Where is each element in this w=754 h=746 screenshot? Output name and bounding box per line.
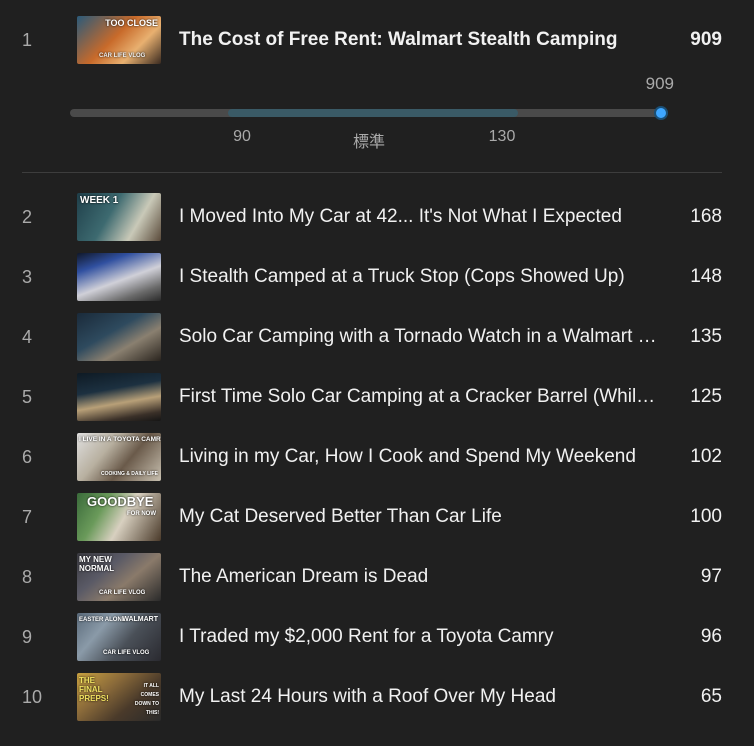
video-thumbnail[interactable] <box>77 313 161 361</box>
range-current-marker <box>654 106 668 120</box>
divider <box>22 172 722 173</box>
thumbnail-caption: CAR LIFE VLOG <box>99 53 146 59</box>
video-title[interactable]: I Moved Into My Car at 42... It's Not Wh… <box>179 193 659 241</box>
view-count: 97 <box>700 566 722 587</box>
rank-number: 9 <box>22 627 33 647</box>
video-title[interactable]: My Last 24 Hours with a Roof Over My Hea… <box>179 673 659 721</box>
range-max-label: 909 <box>645 74 674 93</box>
video-thumbnail[interactable]: TOO CLOSE CAR LIFE VLOG <box>77 16 161 64</box>
rank-number: 6 <box>22 447 33 467</box>
thumbnail-caption: IT ALL COMES DOWN TO THIS! <box>134 683 159 716</box>
thumbnail-caption: WALMART <box>122 616 158 623</box>
rank-number: 5 <box>22 387 33 407</box>
video-title[interactable]: My Cat Deserved Better Than Car Life <box>179 493 659 541</box>
list-item[interactable]: 2 WEEK 1 I Moved Into My Car at 42... It… <box>0 193 754 253</box>
video-thumbnail[interactable]: EASTER ALONE WALMART CAR LIFE VLOG <box>77 613 161 661</box>
thumbnail-caption: CAR LIFE VLOG <box>103 650 150 656</box>
thumbnail-caption: GOODBYE <box>87 494 154 509</box>
list-item[interactable]: 9 EASTER ALONE WALMART CAR LIFE VLOG I T… <box>0 613 754 673</box>
view-count: 96 <box>700 626 722 647</box>
list-item[interactable]: 10 THE FINAL PREPS! IT ALL COMES DOWN TO… <box>0 673 754 733</box>
thumbnail-caption: EASTER ALONE <box>79 617 126 623</box>
video-title[interactable]: Living in my Car, How I Cook and Spend M… <box>179 433 659 481</box>
video-thumbnail[interactable]: GOODBYE FOR NOW <box>77 493 161 541</box>
video-thumbnail[interactable]: MY NEW NORMAL CAR LIFE VLOG <box>77 553 161 601</box>
thumbnail-caption: MY NEW NORMAL <box>79 555 115 573</box>
video-thumbnail[interactable]: I LIVE IN A TOYOTA CAMRY COOKING & DAILY… <box>77 433 161 481</box>
thumbnail-caption: THE FINAL PREPS! <box>79 676 109 703</box>
video-title[interactable]: Solo Car Camping with a Tornado Watch in… <box>179 313 659 361</box>
thumbnail-caption: FOR NOW <box>127 511 156 517</box>
range-normal-band <box>228 109 518 117</box>
list-item[interactable]: 3 I Stealth Camped at a Truck Stop (Cops… <box>0 253 754 313</box>
video-title[interactable]: I Traded my $2,000 Rent for a Toyota Cam… <box>179 613 659 661</box>
view-count: 100 <box>690 506 722 527</box>
rank-number: 10 <box>22 687 43 707</box>
video-thumbnail[interactable]: WEEK 1 <box>77 193 161 241</box>
video-thumbnail[interactable] <box>77 373 161 421</box>
video-thumbnail[interactable]: THE FINAL PREPS! IT ALL COMES DOWN TO TH… <box>77 673 161 721</box>
list-item[interactable]: 5 First Time Solo Car Camping at a Crack… <box>0 373 754 433</box>
rank-number: 2 <box>22 207 33 227</box>
rank-number: 8 <box>22 567 33 587</box>
list-item[interactable]: 7 GOODBYE FOR NOW My Cat Deserved Better… <box>0 493 754 553</box>
view-count: 148 <box>690 266 722 287</box>
thumbnail-caption: WEEK 1 <box>80 195 119 206</box>
thumbnail-caption: CAR LIFE VLOG <box>99 590 146 596</box>
thumbnail-caption: I LIVE IN A TOYOTA CAMRY <box>79 436 161 443</box>
thumbnail-caption: COOKING & DAILY LIFE <box>101 471 158 477</box>
video-title[interactable]: First Time Solo Car Camping at a Cracker… <box>179 373 659 421</box>
list-item[interactable]: 6 I LIVE IN A TOYOTA CAMRY COOKING & DAI… <box>0 433 754 493</box>
view-count: 65 <box>700 686 722 707</box>
view-count: 125 <box>690 386 722 407</box>
rank-number: 3 <box>22 267 33 287</box>
range-mid-label: 標準 <box>352 134 386 151</box>
list-item[interactable]: 4 Solo Car Camping with a Tornado Watch … <box>0 313 754 373</box>
view-count: 168 <box>690 206 722 227</box>
range-low-label: 90 <box>233 128 251 145</box>
video-title[interactable]: The Cost of Free Rent: Walmart Stealth C… <box>179 16 659 64</box>
video-thumbnail[interactable] <box>77 253 161 301</box>
thumbnail-caption: TOO CLOSE <box>105 18 158 28</box>
view-count: 909 <box>690 29 722 50</box>
rank-number: 7 <box>22 507 33 527</box>
range-high-label: 130 <box>488 128 516 145</box>
rank-number: 4 <box>22 327 33 347</box>
list-item[interactable]: 1 TOO CLOSE CAR LIFE VLOG The Cost of Fr… <box>0 16 754 76</box>
range-indicator: 909 90 標準 130 <box>70 74 674 154</box>
list-item[interactable]: 8 MY NEW NORMAL CAR LIFE VLOG The Americ… <box>0 553 754 613</box>
ranking-panel: 1 TOO CLOSE CAR LIFE VLOG The Cost of Fr… <box>0 0 754 746</box>
view-count: 135 <box>690 326 722 347</box>
video-title[interactable]: The American Dream is Dead <box>179 553 659 601</box>
rank-number: 1 <box>22 30 33 50</box>
video-title[interactable]: I Stealth Camped at a Truck Stop (Cops S… <box>179 253 659 301</box>
view-count: 102 <box>690 446 722 467</box>
